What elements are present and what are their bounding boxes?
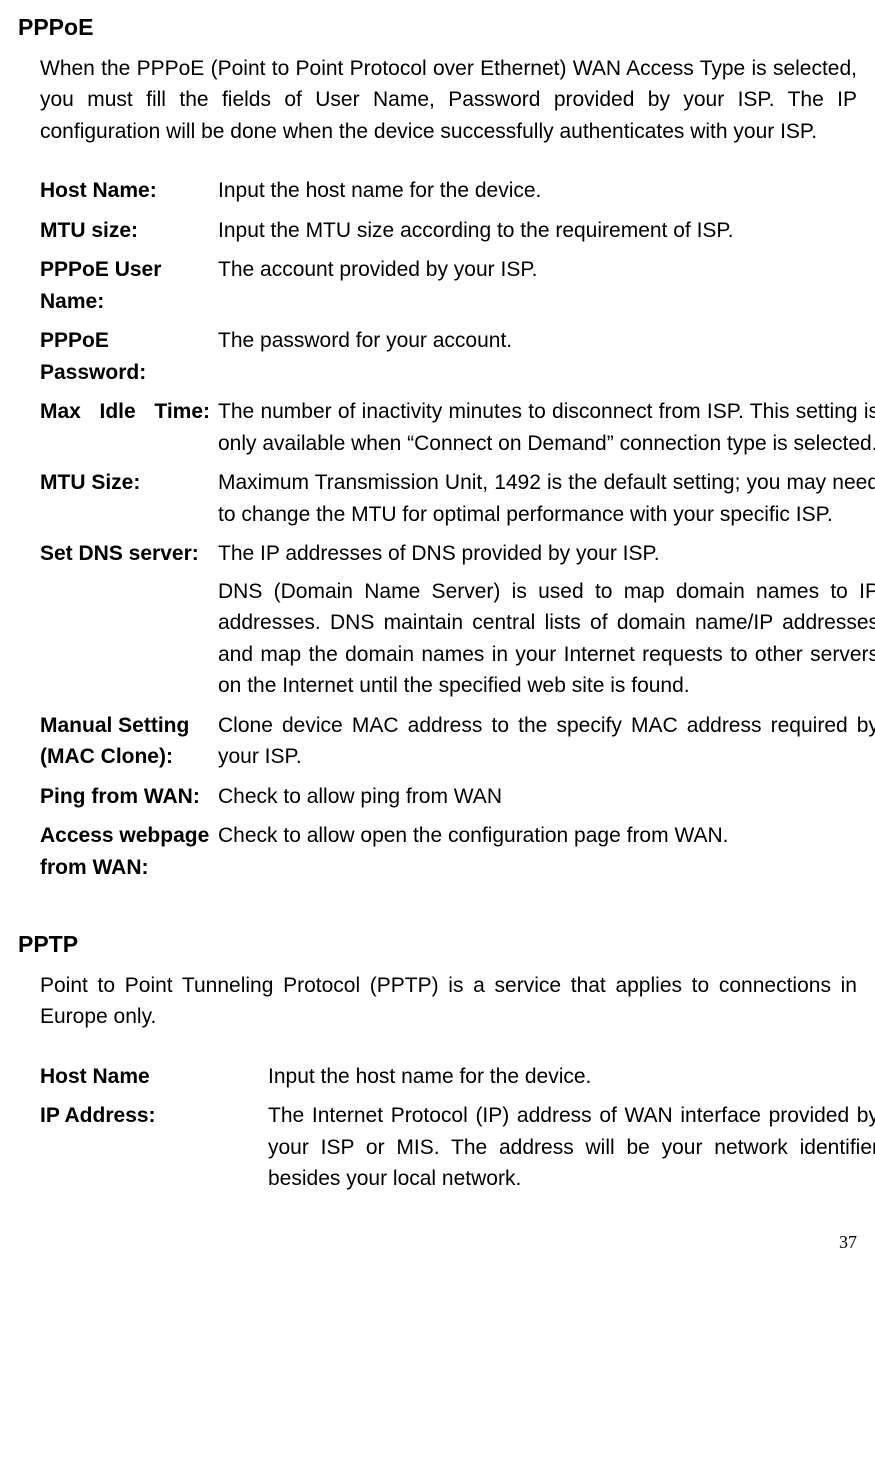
term-host-name: Host Name: [40, 171, 218, 211]
row-max-idle-time: Max Idle Time: The number of inactivity … [40, 392, 875, 463]
term-max-idle-time: Max Idle Time: [40, 392, 218, 463]
desc-mtu-size: Input the MTU size according to the requ… [218, 211, 875, 251]
row-mac-clone: Manual Setting (MAC Clone): Clone device… [40, 706, 875, 777]
term-pppoe-user-name: PPPoE User Name: [40, 250, 218, 321]
row-webpage-wan: Access webpage from WAN: Check to allow … [40, 816, 875, 887]
pptp-intro: Point to Point Tunneling Protocol (PPTP)… [40, 970, 857, 1033]
desc-host-name: Input the host name for the device. [218, 171, 875, 211]
row-pppoe-password: PPPoE Password: The password for your ac… [40, 321, 875, 392]
term-webpage-wan: Access webpage from WAN: [40, 816, 218, 887]
desc-pppoe-user-name: The account provided by your ISP. [218, 250, 875, 321]
desc-mtu-size2: Maximum Transmission Unit, 1492 is the d… [218, 463, 875, 534]
pppoe-heading: PPPoE [18, 10, 857, 45]
row-host-name: Host Name: Input the host name for the d… [40, 171, 875, 211]
desc-mac-clone: Clone device MAC address to the specify … [218, 706, 875, 777]
desc-pptp-ip-address: The Internet Protocol (IP) address of WA… [268, 1096, 875, 1199]
desc-ping-wan: Check to allow ping from WAN [218, 777, 875, 817]
desc-webpage-wan: Check to allow open the configuration pa… [218, 816, 875, 887]
row-mtu-size2: MTU Size: Maximum Transmission Unit, 149… [40, 463, 875, 534]
row-mtu-size: MTU size: Input the MTU size according t… [40, 211, 875, 251]
term-mac-clone: Manual Setting (MAC Clone): [40, 706, 218, 777]
term-pppoe-password: PPPoE Password: [40, 321, 218, 392]
row-ping-wan: Ping from WAN: Check to allow ping from … [40, 777, 875, 817]
term-ping-wan: Ping from WAN: [40, 777, 218, 817]
pptp-definition-table: Host Name Input the host name for the de… [40, 1057, 875, 1199]
term-pptp-host-name: Host Name [40, 1057, 268, 1097]
row-set-dns: Set DNS server: The IP addresses of DNS … [40, 534, 875, 706]
desc-set-dns-line2: DNS (Domain Name Server) is used to map … [218, 576, 875, 702]
desc-max-idle-time: The number of inactivity minutes to disc… [218, 392, 875, 463]
pppoe-definition-table: Host Name: Input the host name for the d… [40, 171, 875, 887]
desc-set-dns-line1: The IP addresses of DNS provided by your… [218, 538, 875, 570]
term-set-dns: Set DNS server: [40, 534, 218, 706]
row-pppoe-user-name: PPPoE User Name: The account provided by… [40, 250, 875, 321]
term-mtu-size2: MTU Size: [40, 463, 218, 534]
term-mtu-size: MTU size: [40, 211, 218, 251]
desc-set-dns: The IP addresses of DNS provided by your… [218, 534, 875, 706]
row-pptp-host-name: Host Name Input the host name for the de… [40, 1057, 875, 1097]
desc-pptp-host-name: Input the host name for the device. [268, 1057, 875, 1097]
pppoe-intro: When the PPPoE (Point to Point Protocol … [40, 53, 857, 148]
row-pptp-ip-address: IP Address: The Internet Protocol (IP) a… [40, 1096, 875, 1199]
desc-pppoe-password: The password for your account. [218, 321, 875, 392]
pptp-heading: PPTP [18, 927, 857, 962]
term-pptp-ip-address: IP Address: [40, 1096, 268, 1199]
page-number: 37 [18, 1229, 857, 1256]
